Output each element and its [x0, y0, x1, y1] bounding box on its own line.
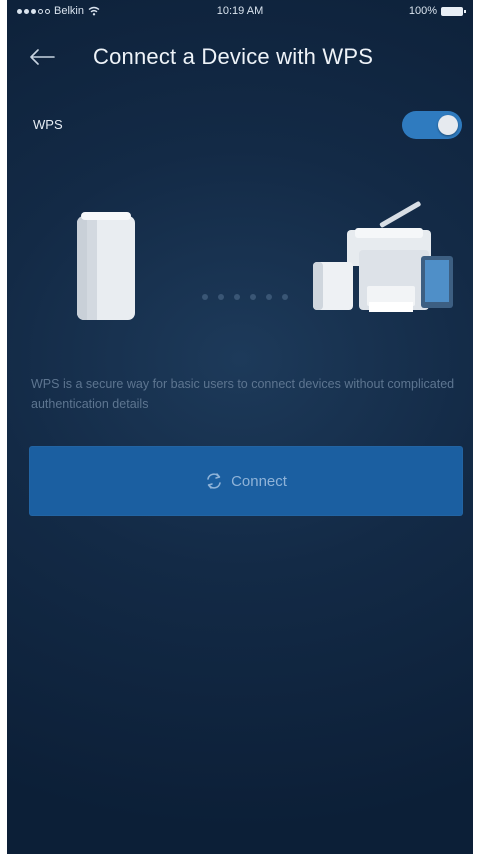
back-button[interactable]: [27, 44, 57, 70]
back-arrow-icon: [30, 49, 55, 65]
wps-label: WPS: [33, 117, 63, 132]
battery-icon: [441, 6, 466, 16]
connect-button[interactable]: Connect: [29, 446, 463, 516]
app-screen: Belkin 10:19 AM 100% Connect a Device wi…: [7, 0, 473, 854]
wps-illustration: [77, 201, 453, 320]
wps-description: WPS is a secure way for basic users to c…: [31, 377, 455, 411]
connection-dots: [202, 294, 288, 300]
router-icon: [77, 212, 135, 320]
wps-toggle[interactable]: [402, 111, 462, 139]
connect-button-label: Connect: [231, 472, 287, 490]
status-right: 100%: [408, 5, 466, 17]
page-title: Connect a Device with WPS: [93, 44, 374, 69]
status-time: 10:19 AM: [216, 5, 264, 17]
wps-icon: [207, 473, 221, 489]
status-bar: Belkin 10:19 AM 100%: [7, 0, 473, 24]
devices-icon: [313, 201, 453, 312]
toggle-knob: [438, 115, 458, 135]
battery-percent: 100%: [408, 5, 437, 17]
